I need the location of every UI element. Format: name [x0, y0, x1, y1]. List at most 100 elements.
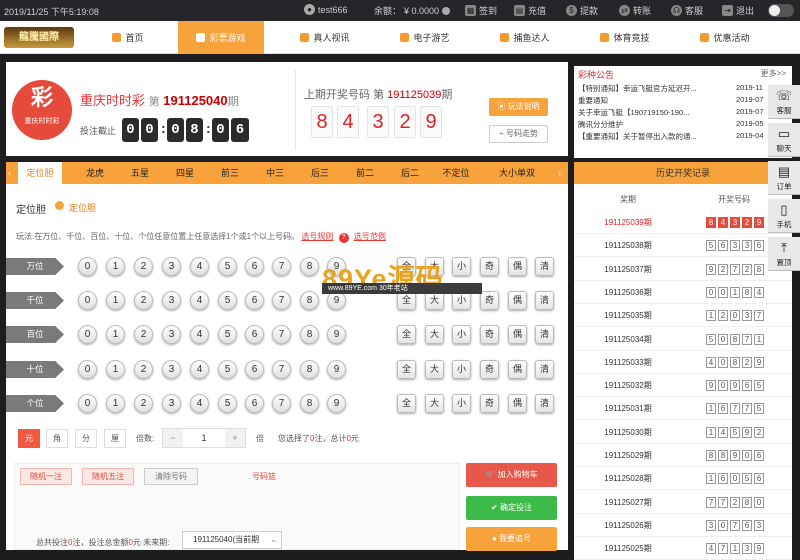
minus-button[interactable]: − — [163, 429, 183, 447]
brand-logo[interactable]: 龍騰國際 — [4, 27, 74, 48]
tab-sixing[interactable]: 四星 — [163, 162, 207, 184]
rule-link[interactable]: 选号规则 — [301, 232, 333, 241]
number-ball[interactable]: 4 — [190, 360, 209, 379]
user-menu[interactable]: ● test666 — [304, 4, 348, 15]
nav-lottery[interactable]: 彩票游戏 — [178, 21, 264, 54]
filter-button[interactable]: 偶 — [508, 257, 527, 276]
confirm-bet-button[interactable]: ✔ 确定投注 — [466, 496, 557, 520]
chase-number-button[interactable]: ● 我要追号 — [466, 527, 557, 551]
tab-zhongsan[interactable]: 中三 — [253, 162, 297, 184]
number-ball[interactable]: 8 — [300, 394, 319, 413]
withdraw-button[interactable]: $ 提款 — [566, 4, 598, 17]
number-ball[interactable]: 4 — [190, 257, 209, 276]
clear-numbers-button[interactable]: 清除号码 — [144, 468, 198, 485]
number-ball[interactable]: 2 — [134, 360, 153, 379]
filter-button[interactable]: 大 — [425, 360, 444, 379]
notice-item[interactable]: 关于幸运飞艇【190719150-190... 2019-07 — [578, 107, 786, 118]
sidebar-mobile[interactable]: ▯ 手机 — [768, 199, 800, 233]
number-ball[interactable]: 7 — [272, 257, 291, 276]
filter-button[interactable]: 全 — [397, 257, 416, 276]
filter-button[interactable]: 全 — [397, 325, 416, 344]
tabs-next-arrow[interactable]: › — [558, 162, 561, 184]
number-ball[interactable]: 7 — [272, 325, 291, 344]
number-ball[interactable]: 6 — [245, 360, 264, 379]
filter-button[interactable]: 偶 — [508, 291, 527, 310]
filter-button[interactable]: 清 — [535, 394, 554, 413]
nav-fishing[interactable]: 捕鱼达人 — [482, 21, 568, 54]
number-ball[interactable]: 2 — [134, 257, 153, 276]
number-ball[interactable]: 3 — [162, 325, 181, 344]
filter-button[interactable]: 奇 — [480, 360, 499, 379]
number-ball[interactable]: 3 — [162, 291, 181, 310]
transfer-button[interactable]: ⇄ 转账 — [619, 4, 651, 17]
tab-qiansan[interactable]: 前三 — [208, 162, 252, 184]
notice-item[interactable]: 重要通知 2019-07 — [578, 95, 786, 106]
filter-button[interactable]: 全 — [397, 291, 416, 310]
number-ball[interactable]: 1 — [106, 257, 125, 276]
filter-button[interactable]: 小 — [452, 257, 471, 276]
unit-fen[interactable]: 分 — [75, 429, 97, 448]
multiple-input[interactable]: 1 — [183, 429, 225, 447]
number-ball[interactable]: 6 — [245, 291, 264, 310]
number-ball[interactable]: 4 — [190, 325, 209, 344]
filter-button[interactable]: 奇 — [480, 291, 499, 310]
number-ball[interactable]: 1 — [106, 291, 125, 310]
number-ball[interactable]: 0 — [78, 257, 97, 276]
filter-button[interactable]: 清 — [535, 291, 554, 310]
number-ball[interactable]: 3 — [162, 360, 181, 379]
number-ball[interactable]: 5 — [218, 325, 237, 344]
number-ball[interactable]: 9 — [327, 257, 346, 276]
filter-button[interactable]: 奇 — [480, 394, 499, 413]
filter-button[interactable]: 清 — [535, 325, 554, 344]
filter-button[interactable]: 小 — [452, 325, 471, 344]
filter-button[interactable]: 小 — [452, 360, 471, 379]
help-icon[interactable]: ? — [338, 233, 349, 243]
unit-yuan[interactable]: 元 — [18, 429, 40, 448]
unit-li[interactable]: 厘 — [104, 429, 126, 448]
number-ball[interactable]: 3 — [162, 394, 181, 413]
example-link[interactable]: 选号范例 — [354, 232, 386, 241]
number-ball[interactable]: 0 — [78, 291, 97, 310]
filter-button[interactable]: 清 — [535, 360, 554, 379]
number-ball[interactable]: 9 — [327, 291, 346, 310]
number-ball[interactable]: 1 — [106, 325, 125, 344]
nav-promos[interactable]: 优惠活动 — [682, 21, 768, 54]
filter-button[interactable]: 偶 — [508, 325, 527, 344]
rules-button[interactable]: ▣ 玩法说明 — [489, 98, 548, 116]
tab-qianer[interactable]: 前二 — [343, 162, 387, 184]
add-to-cart-button[interactable]: 🛒 加入购物车 — [466, 463, 557, 487]
number-ball[interactable]: 1 — [106, 394, 125, 413]
number-ball[interactable]: 5 — [218, 291, 237, 310]
filter-button[interactable]: 奇 — [480, 325, 499, 344]
filter-button[interactable]: 奇 — [480, 257, 499, 276]
filter-button[interactable]: 全 — [397, 360, 416, 379]
tab-budingwei[interactable]: 不定位 — [434, 162, 478, 184]
tab-dingweidan[interactable]: 定位胆 — [18, 162, 62, 184]
random-five-button[interactable]: 随机五注 — [82, 468, 134, 485]
filter-button[interactable]: 大 — [425, 325, 444, 344]
theme-toggle[interactable] — [768, 4, 794, 17]
random-one-button[interactable]: 随机一注 — [20, 468, 72, 485]
tab-houer[interactable]: 后二 — [388, 162, 432, 184]
filter-button[interactable]: 大 — [425, 291, 444, 310]
number-ball[interactable]: 8 — [300, 291, 319, 310]
deposit-button[interactable]: ▤ 充值 — [514, 4, 546, 17]
number-ball[interactable]: 0 — [78, 325, 97, 344]
number-ball[interactable]: 9 — [327, 325, 346, 344]
number-ball[interactable]: 3 — [162, 257, 181, 276]
filter-button[interactable]: 清 — [535, 257, 554, 276]
notice-item[interactable]: 【重要通知】关于暂停出入款的通... 2019-04 — [578, 131, 786, 142]
tab-housan[interactable]: 后三 — [298, 162, 342, 184]
tab-daxiaodanshuang[interactable]: 大小单双 — [484, 162, 550, 184]
sidebar-top[interactable]: ⤒ 置顶 — [768, 237, 800, 271]
number-ball[interactable]: 6 — [245, 325, 264, 344]
filter-button[interactable]: 大 — [425, 257, 444, 276]
nav-sports[interactable]: 体育竞技 — [582, 21, 668, 54]
number-ball[interactable]: 7 — [272, 360, 291, 379]
number-ball[interactable]: 4 — [190, 291, 209, 310]
number-ball[interactable]: 5 — [218, 257, 237, 276]
filter-button[interactable]: 小 — [452, 394, 471, 413]
sidebar-orders[interactable]: ▤ 订单 — [768, 161, 800, 195]
trend-button[interactable]: ⌁ 号码走势 — [489, 125, 548, 143]
notice-item[interactable]: 腾讯分分维护 2019-05 — [578, 119, 786, 130]
